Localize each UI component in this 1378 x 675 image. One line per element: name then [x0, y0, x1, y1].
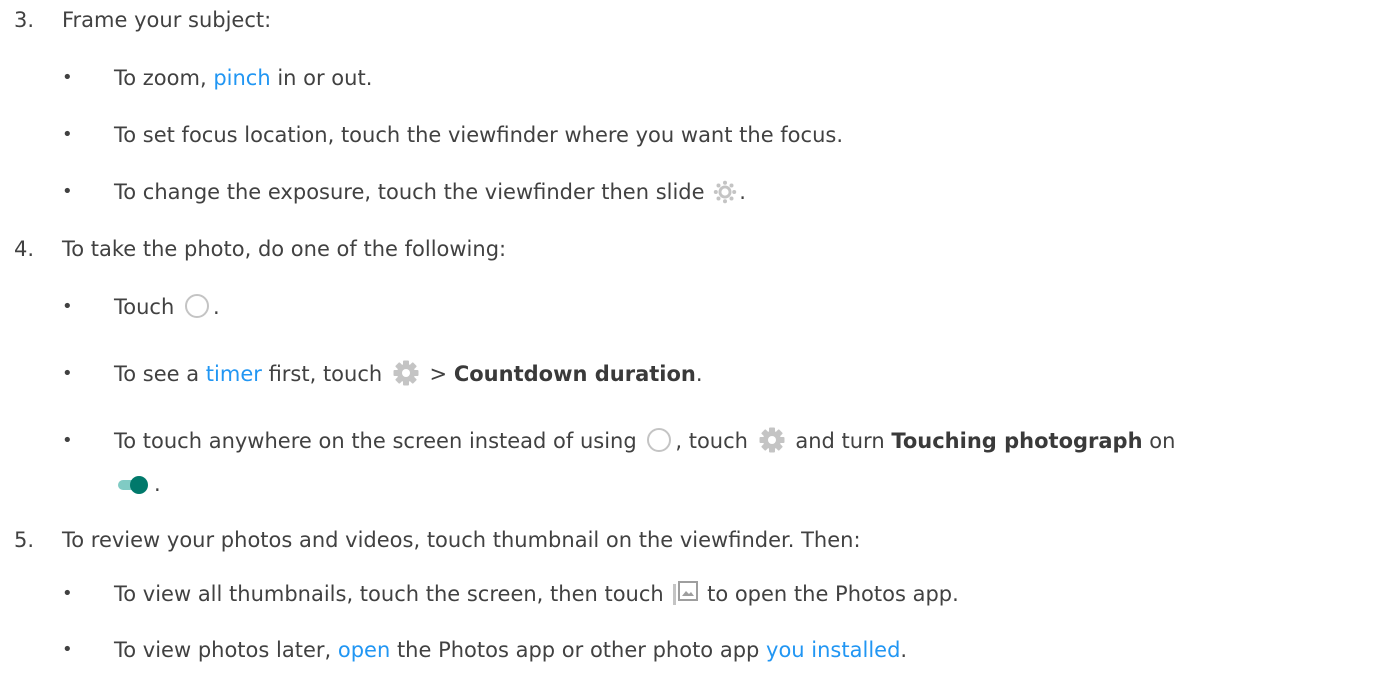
countdown-duration-label: Countdown duration	[453, 362, 696, 386]
step-number: 5.	[14, 528, 35, 552]
list-item-text: To change the exposure, touch the viewfi…	[114, 178, 746, 211]
settings-gear-icon	[757, 427, 787, 460]
bullet-marker: •	[62, 67, 73, 88]
shutter-circle-icon	[183, 293, 211, 326]
bullet-marker: •	[62, 639, 73, 660]
step-text: To take the photo, do one of the followi…	[62, 237, 507, 261]
list-item-text: To set focus location, touch the viewfin…	[114, 123, 844, 147]
toggle-on-icon	[116, 474, 152, 503]
step-text: To review your photos and videos, touch …	[62, 528, 861, 552]
bullet-marker: •	[62, 181, 73, 202]
bullet-marker: •	[62, 296, 73, 317]
step-text: Frame your subject:	[62, 8, 272, 32]
exposure-sun-icon	[713, 180, 737, 211]
list-item-text: To view all thumbnails, touch the screen…	[114, 580, 959, 613]
open-link[interactable]: open	[338, 638, 390, 662]
step-number: 4.	[14, 237, 35, 261]
list-item-text: Touch .	[114, 293, 220, 326]
help-page: 3. Frame your subject: • To zoom, pinch …	[14, 8, 1176, 662]
list-item-text: To touch anywhere on the screen instead …	[114, 427, 1175, 460]
photos-gallery-icon	[672, 580, 699, 613]
you-installed-link[interactable]: you installed	[766, 638, 900, 662]
bullet-marker: •	[62, 124, 73, 145]
step-number: 3.	[14, 8, 35, 32]
bullet-marker: •	[62, 363, 73, 384]
timer-link[interactable]: timer	[206, 362, 262, 386]
list-item-text: To view photos later, open the Photos ap…	[114, 638, 908, 662]
bullet-marker: •	[62, 430, 73, 451]
list-item-text: To see a timer first, touch > Countdown …	[114, 360, 703, 393]
bullet-marker: •	[62, 583, 73, 604]
touching-photograph-label: Touching photograph	[891, 429, 1143, 453]
settings-gear-icon	[391, 360, 421, 393]
list-item-text: To zoom, pinch in or out.	[114, 66, 373, 90]
pinch-link[interactable]: pinch	[213, 66, 270, 90]
shutter-circle-icon	[645, 427, 673, 460]
